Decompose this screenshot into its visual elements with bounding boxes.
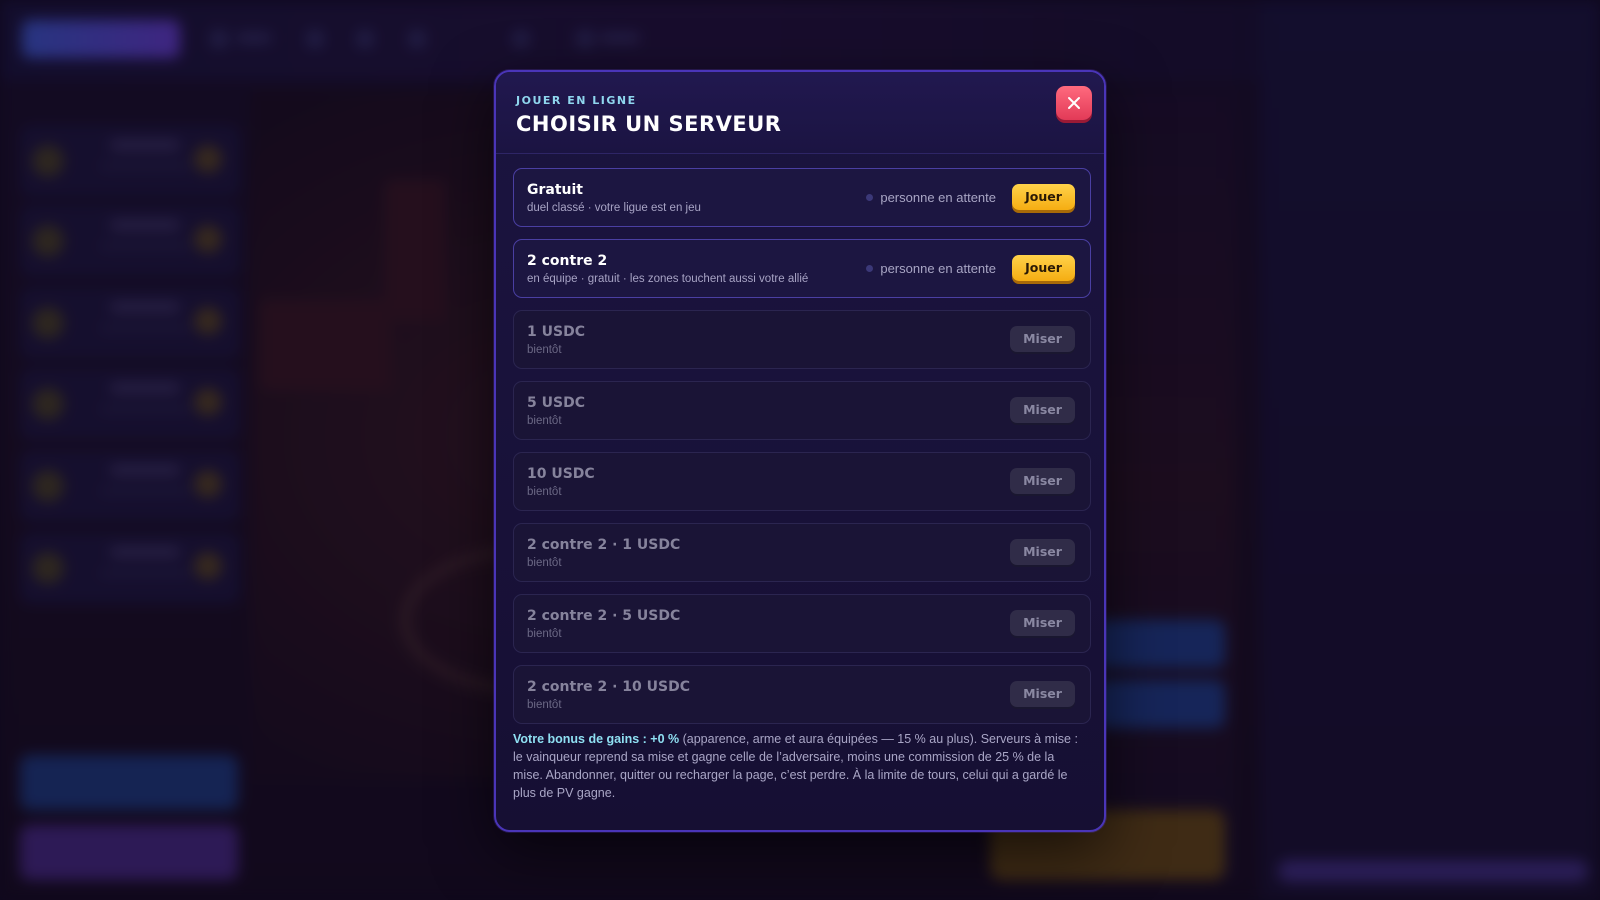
server-subtitle: bientôt — [527, 415, 562, 427]
status-dot-icon — [866, 265, 874, 272]
server-row-5-usdc: 5 USDC bientôt Miser — [513, 381, 1091, 440]
server-subtitle: bientôt — [527, 557, 562, 569]
server-row-2v2-10-usdc: 2 contre 2 · 10 USDC bientôt Miser — [513, 665, 1091, 724]
modal-header: JOUER EN LIGNE CHOISIR UN SERVEUR — [496, 72, 1104, 154]
server-name: 5 USDC — [527, 395, 585, 411]
bet-button[interactable]: Miser — [1010, 539, 1075, 565]
server-name: 1 USDC — [527, 324, 585, 340]
server-subtitle: bientôt — [527, 344, 562, 356]
queue-status: personne en attente — [866, 261, 996, 276]
server-name: 2 contre 2 — [527, 253, 608, 269]
server-subtitle: bientôt — [527, 628, 562, 640]
modal-eyebrow: JOUER EN LIGNE — [516, 94, 637, 107]
server-row-2v2: 2 contre 2 en équipe · gratuit · les zon… — [513, 239, 1091, 298]
bet-button[interactable]: Miser — [1010, 468, 1075, 494]
play-button[interactable]: Jouer — [1012, 255, 1075, 281]
bet-button[interactable]: Miser — [1010, 610, 1075, 636]
status-dot-icon — [866, 194, 874, 201]
server-name: 10 USDC — [527, 466, 595, 482]
server-row-2v2-1-usdc: 2 contre 2 · 1 USDC bientôt Miser — [513, 523, 1091, 582]
server-row-free: Gratuit duel classé · votre ligue est en… — [513, 168, 1091, 227]
bet-button[interactable]: Miser — [1010, 681, 1075, 707]
queue-status: personne en attente — [866, 190, 996, 205]
close-button[interactable] — [1056, 86, 1092, 120]
server-list: Gratuit duel classé · votre ligue est en… — [513, 168, 1091, 736]
modal-title: CHOISIR UN SERVEUR — [516, 112, 782, 136]
queue-status-label: personne en attente — [880, 190, 996, 205]
rules-note: Votre bonus de gains : +0 % (apparence, … — [513, 730, 1083, 802]
server-subtitle: bientôt — [527, 486, 562, 498]
server-subtitle: bientôt — [527, 699, 562, 711]
server-subtitle: en équipe · gratuit · les zones touchent… — [527, 273, 809, 285]
server-row-2v2-5-usdc: 2 contre 2 · 5 USDC bientôt Miser — [513, 594, 1091, 653]
server-name: Gratuit — [527, 182, 583, 198]
play-button[interactable]: Jouer — [1012, 184, 1075, 210]
close-icon — [1068, 97, 1080, 109]
earnings-bonus: Votre bonus de gains : +0 % — [513, 732, 680, 746]
server-name: 2 contre 2 · 1 USDC — [527, 537, 681, 553]
server-select-modal: JOUER EN LIGNE CHOISIR UN SERVEUR Gratui… — [494, 70, 1106, 832]
queue-status-label: personne en attente — [880, 261, 996, 276]
bet-button[interactable]: Miser — [1010, 326, 1075, 352]
server-row-1-usdc: 1 USDC bientôt Miser — [513, 310, 1091, 369]
server-row-10-usdc: 10 USDC bientôt Miser — [513, 452, 1091, 511]
server-subtitle: duel classé · votre ligue est en jeu — [527, 202, 701, 214]
bet-button[interactable]: Miser — [1010, 397, 1075, 423]
server-name: 2 contre 2 · 10 USDC — [527, 679, 690, 695]
server-name: 2 contre 2 · 5 USDC — [527, 608, 681, 624]
